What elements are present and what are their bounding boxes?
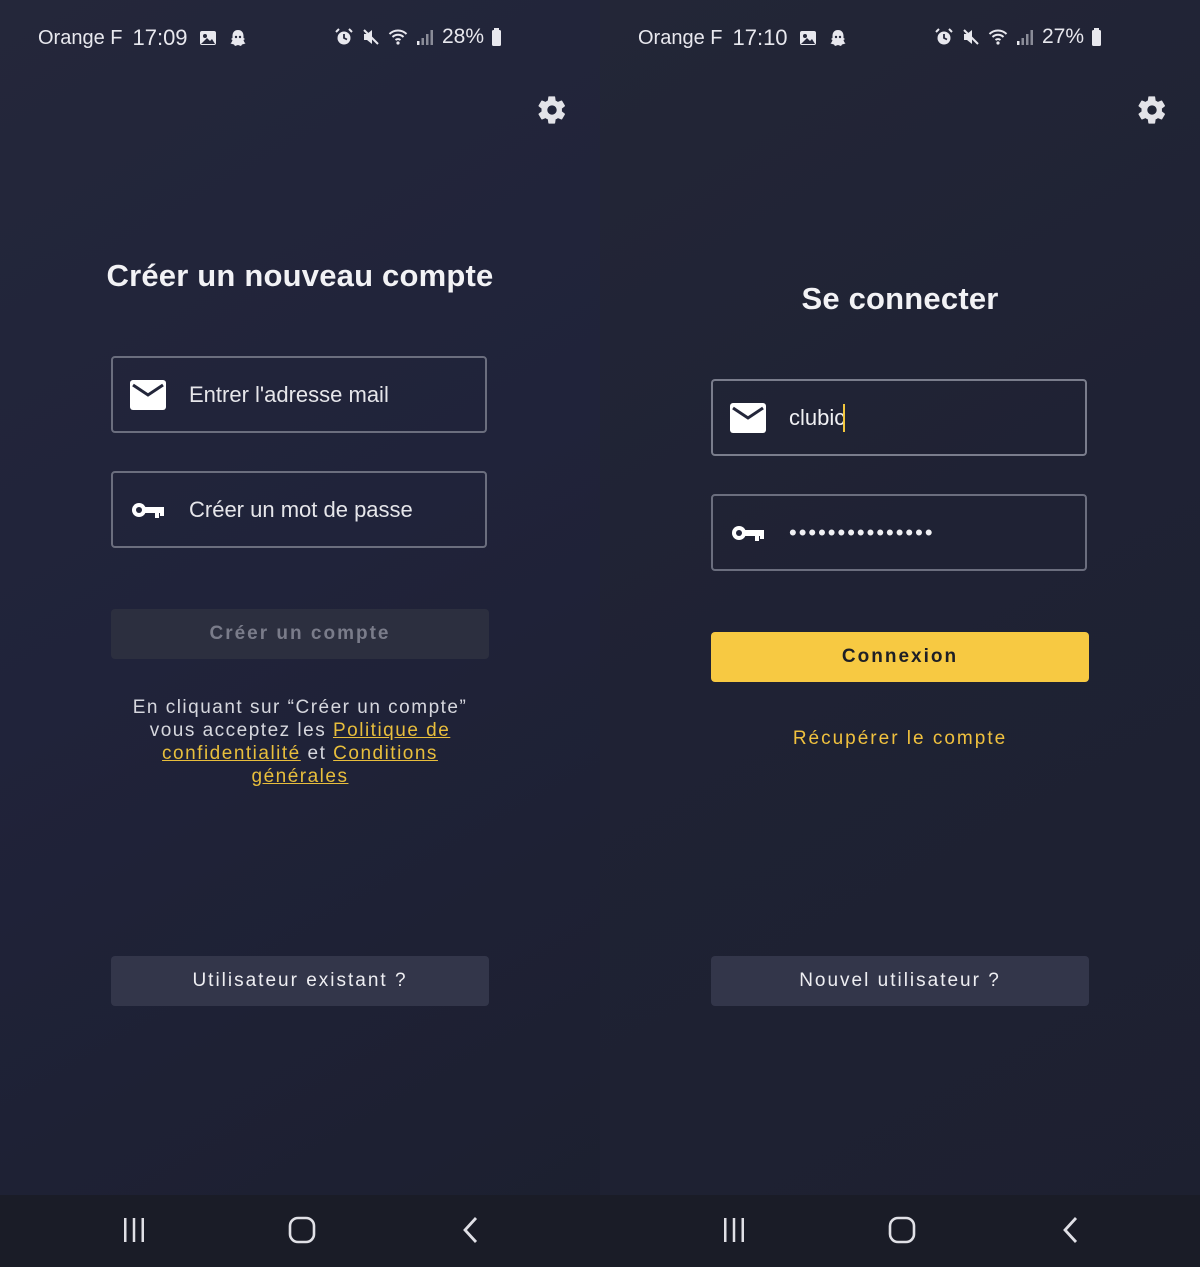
gallery-icon (798, 28, 818, 48)
alarm-icon (934, 27, 954, 47)
key-icon (129, 495, 167, 525)
text-caret (843, 403, 846, 432)
wifi-icon (988, 27, 1008, 47)
gallery-icon (198, 28, 218, 48)
terms-text: En cliquant sur “Créer un compte” vous a… (111, 696, 489, 788)
carrier-label: Orange F (638, 26, 723, 49)
recent-apps-icon[interactable] (716, 1213, 752, 1247)
battery-level: 28% (441, 25, 484, 48)
password-input[interactable]: ••••••••••••••• (789, 520, 935, 546)
battery-icon (1091, 27, 1102, 47)
email-input[interactable]: clubic (789, 403, 846, 432)
page-title: Créer un nouveau compte (106, 258, 494, 293)
password-input[interactable] (189, 496, 459, 523)
new-user-button[interactable]: Nouvel utilisateur ? (711, 956, 1089, 1006)
login-screen: Orange F 17:10 27% Se connecter clubic •… (600, 0, 1200, 1267)
clock: 17:09 (132, 25, 188, 50)
envelope-icon (729, 402, 767, 433)
login-button[interactable]: Connexion (711, 632, 1089, 682)
envelope-icon (129, 379, 167, 410)
signal-icon (415, 27, 435, 47)
navigation-bar (600, 1195, 1200, 1267)
snapchat-icon (228, 28, 248, 48)
recent-apps-icon[interactable] (116, 1213, 152, 1247)
gear-icon[interactable] (1136, 94, 1168, 126)
email-input[interactable] (189, 381, 459, 408)
email-field[interactable]: clubic (711, 379, 1087, 456)
email-field[interactable] (111, 356, 487, 433)
existing-user-button[interactable]: Utilisateur existant ? (111, 956, 489, 1006)
clock: 17:10 (732, 25, 788, 50)
back-icon[interactable] (452, 1213, 488, 1247)
password-field[interactable] (111, 471, 487, 548)
key-icon (729, 518, 767, 548)
email-value: clubic (789, 404, 846, 430)
battery-level: 27% (1041, 25, 1084, 48)
battery-icon (491, 27, 502, 47)
signup-screen: Orange F 17:09 28% Créer un nouveau comp… (0, 0, 600, 1267)
create-account-button[interactable]: Créer un compte (111, 609, 489, 659)
terms-line2: vous acceptez les (149, 720, 333, 741)
carrier-label: Orange F (38, 26, 123, 49)
mute-icon (961, 27, 981, 47)
alarm-icon (334, 27, 354, 47)
status-bar: Orange F 17:10 27% (600, 0, 1200, 70)
navigation-bar (0, 1195, 600, 1267)
recover-account-link[interactable]: Récupérer le compte (600, 728, 1200, 750)
mute-icon (361, 27, 381, 47)
password-field[interactable]: ••••••••••••••• (711, 494, 1087, 571)
signal-icon (1015, 27, 1035, 47)
wifi-icon (388, 27, 408, 47)
terms-and: et (300, 743, 334, 764)
status-bar: Orange F 17:09 28% (0, 0, 600, 70)
back-icon[interactable] (1052, 1213, 1088, 1247)
terms-line1: En cliquant sur “Créer un compte” (132, 697, 468, 718)
home-icon[interactable] (284, 1213, 320, 1247)
gear-icon[interactable] (536, 94, 568, 126)
home-icon[interactable] (884, 1213, 920, 1247)
snapchat-icon (828, 28, 848, 48)
page-title: Se connecter (801, 281, 999, 316)
